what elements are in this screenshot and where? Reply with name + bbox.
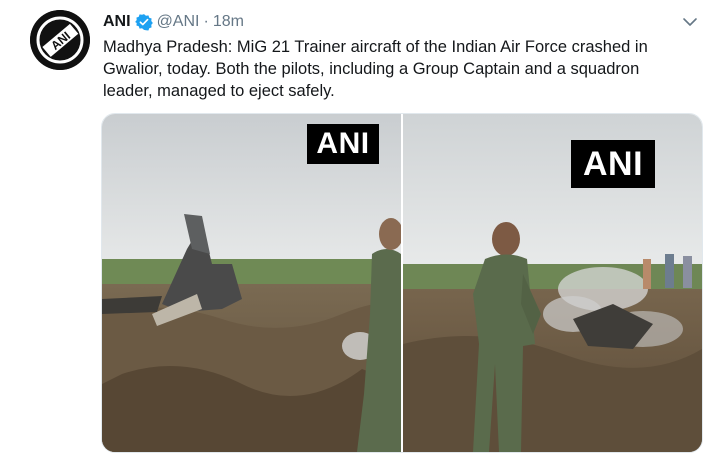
crash-photo-right-image <box>403 114 702 452</box>
verified-badge-icon <box>134 13 153 31</box>
tweet-card[interactable]: ANI ANI @ANI · 18m Madhya Pradesh: MiG 2… <box>0 0 720 453</box>
author-name[interactable]: ANI <box>103 13 131 31</box>
photo-crash-site-left[interactable]: ANI <box>102 114 401 452</box>
crash-photo-left-image <box>102 114 401 452</box>
photo-crash-site-right[interactable]: ANI <box>403 114 702 452</box>
ani-watermark: ANI <box>571 140 655 188</box>
tweet-header: ANI @ANI · 18m <box>103 10 244 34</box>
ani-watermark: ANI <box>307 124 379 164</box>
timestamp[interactable]: 18m <box>213 13 244 31</box>
ani-logo-icon: ANI <box>30 10 90 70</box>
tweet-text: Madhya Pradesh: MiG 21 Trainer aircraft … <box>103 38 648 100</box>
chevron-down-icon[interactable] <box>680 12 700 32</box>
author-handle[interactable]: @ANI <box>157 13 200 31</box>
separator-dot: · <box>203 13 209 30</box>
avatar[interactable]: ANI <box>30 10 90 70</box>
media-grid[interactable]: ANI ANI <box>101 113 703 453</box>
